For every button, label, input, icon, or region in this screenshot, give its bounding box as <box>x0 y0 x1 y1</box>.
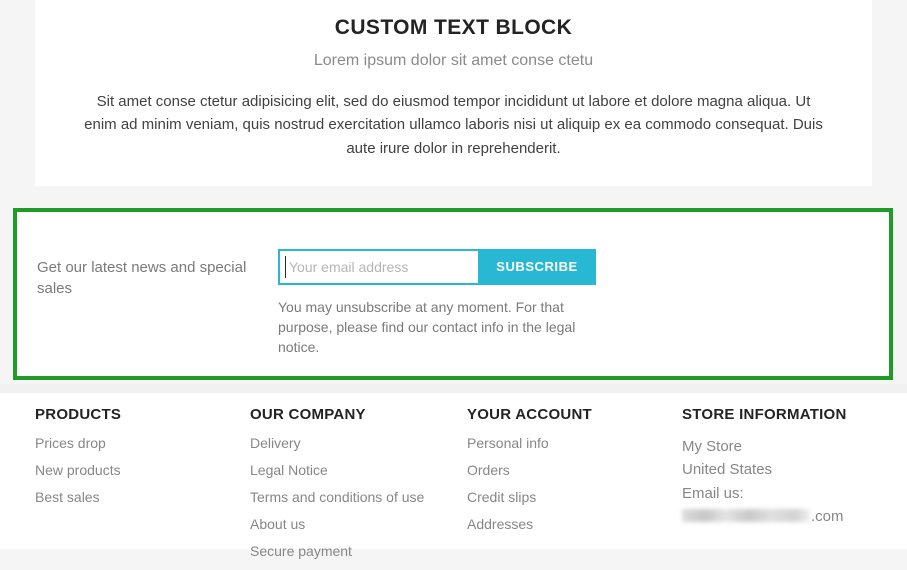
footer-link-best-sales[interactable]: Best sales <box>35 489 100 505</box>
footer-link-legal-notice[interactable]: Legal Notice <box>250 462 328 478</box>
redacted-email-icon <box>682 508 810 522</box>
store-email-row: .com <box>682 505 892 528</box>
newsletter-input-holder <box>278 249 478 285</box>
list-item: Best sales <box>35 489 235 507</box>
footer-list-products: Prices drop New products Best sales <box>35 435 235 507</box>
newsletter-label: Get our latest news and special sales <box>37 259 247 298</box>
newsletter-form: SUBSCRIBE You may unsubscribe at any mom… <box>278 249 596 371</box>
custom-text-block-body: Sit amet conse ctetur adipisicing elit, … <box>84 93 823 157</box>
footer-link-orders[interactable]: Orders <box>467 462 510 478</box>
footer-link-credit-slips[interactable]: Credit slips <box>467 489 536 505</box>
footer-link-addresses[interactable]: Addresses <box>467 516 533 532</box>
newsletter-block: Get our latest news and special sales SU… <box>13 208 893 380</box>
footer-column-products: PRODUCTS Prices drop New products Best s… <box>35 406 235 516</box>
newsletter-input-row: SUBSCRIBE <box>278 249 596 285</box>
newsletter-inner: Get our latest news and special sales SU… <box>17 212 889 376</box>
footer-link-personal-info[interactable]: Personal info <box>467 435 549 451</box>
store-country: United States <box>682 461 773 479</box>
store-email-label: Email us: <box>682 484 744 502</box>
list-item: Secure payment <box>250 543 450 561</box>
list-item: Terms and conditions of use <box>250 489 450 507</box>
footer-link-prices-drop[interactable]: Prices drop <box>35 435 106 451</box>
newsletter-email-input[interactable] <box>278 249 478 285</box>
list-item: Delivery <box>250 435 450 453</box>
custom-text-block-title: CUSTOM TEXT BLOCK <box>334 16 573 39</box>
footer-column-store-information: STORE INFORMATION My Store United States… <box>682 406 892 528</box>
footer-heading-our-company: OUR COMPANY <box>250 406 366 423</box>
custom-text-block-subtitle: Lorem ipsum dolor sit amet conse ctetu <box>313 52 594 70</box>
footer-link-about-us[interactable]: About us <box>250 516 305 532</box>
newsletter-legal-text: You may unsubscribe at any moment. For t… <box>278 299 576 356</box>
list-item: Orders <box>467 462 667 480</box>
store-name: My Store <box>682 438 743 455</box>
newsletter-subscribe-button[interactable]: SUBSCRIBE <box>478 249 596 285</box>
footer-link-secure-payment[interactable]: Secure payment <box>250 543 352 559</box>
footer-heading-your-account: YOUR ACCOUNT <box>467 406 592 423</box>
footer-column-your-account: YOUR ACCOUNT Personal info Orders Credit… <box>467 406 667 543</box>
footer-list-our-company: Delivery Legal Notice Terms and conditio… <box>250 435 450 561</box>
store-email-suffix: .com <box>811 507 844 525</box>
footer-heading-store-information: STORE INFORMATION <box>682 406 847 423</box>
footer-list-your-account: Personal info Orders Credit slips Addres… <box>467 435 667 534</box>
site-footer: PRODUCTS Prices drop New products Best s… <box>0 393 907 559</box>
list-item: Legal Notice <box>250 462 450 480</box>
footer-link-terms-and-conditions[interactable]: Terms and conditions of use <box>250 489 424 505</box>
custom-text-block: CUSTOM TEXT BLOCK Lorem ipsum dolor sit … <box>35 0 872 186</box>
footer-divider-band <box>0 384 907 393</box>
list-item: About us <box>250 516 450 534</box>
list-item: Personal info <box>467 435 667 453</box>
footer-link-delivery[interactable]: Delivery <box>250 435 301 451</box>
custom-text-block-inner: CUSTOM TEXT BLOCK Lorem ipsum dolor sit … <box>35 0 872 160</box>
list-item: Addresses <box>467 516 667 534</box>
footer-heading-products: PRODUCTS <box>35 406 122 423</box>
footer-link-new-products[interactable]: New products <box>35 462 121 478</box>
text-cursor-icon <box>285 256 286 278</box>
list-item: New products <box>35 462 235 480</box>
footer-columns: PRODUCTS Prices drop New products Best s… <box>0 393 907 559</box>
list-item: Prices drop <box>35 435 235 453</box>
list-item: Credit slips <box>467 489 667 507</box>
footer-column-our-company: OUR COMPANY Delivery Legal Notice Terms … <box>250 406 450 570</box>
